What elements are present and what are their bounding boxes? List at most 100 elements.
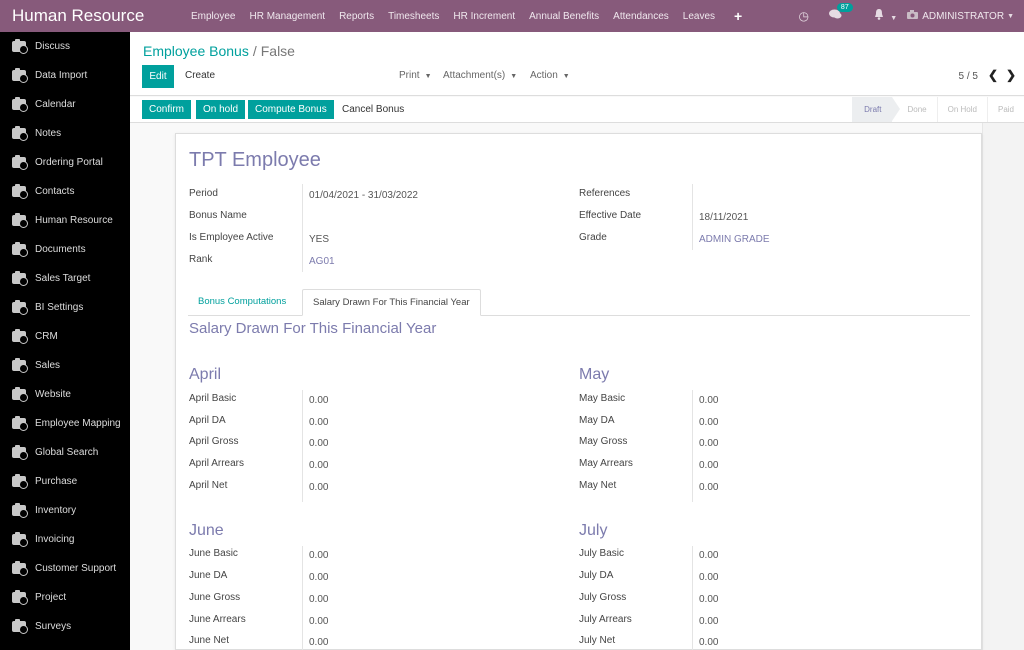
compute-bonus-button[interactable]: Compute Bonus <box>248 100 334 119</box>
effective-date-value[interactable]: 18/11/2021 <box>699 212 748 223</box>
june-basic-value[interactable]: 0.00 <box>309 550 328 561</box>
may-net-value[interactable]: 0.00 <box>699 482 718 493</box>
app-icon <box>12 329 28 344</box>
sidebar-item-ordering-portal[interactable]: Ordering Portal <box>0 148 130 177</box>
sidebar-item-calendar[interactable]: Calendar <box>0 90 130 119</box>
sidebar-item-global-search[interactable]: Global Search <box>0 438 130 467</box>
user-menu[interactable]: ADMINISTRATOR ▼ <box>907 10 1014 22</box>
sidebar-item-crm[interactable]: CRM <box>0 322 130 351</box>
sidebar-item-invoicing[interactable]: Invoicing <box>0 525 130 554</box>
grade-value[interactable]: ADMIN GRADE <box>699 234 770 245</box>
april-da-label: April DA <box>189 415 226 426</box>
april-gross-value[interactable]: 0.00 <box>309 438 328 449</box>
sidebar-item-bi-settings[interactable]: BI Settings <box>0 293 130 322</box>
menu-timesheets[interactable]: Timesheets <box>381 11 446 22</box>
app-icon <box>12 155 28 170</box>
july-arrears-label: July Arrears <box>579 614 632 625</box>
pager-value[interactable]: 5 / 5 <box>959 71 978 82</box>
rank-value[interactable]: AG01 <box>309 256 335 267</box>
july-gross-label: July Gross <box>579 592 627 603</box>
may-arrears-value[interactable]: 0.00 <box>699 460 718 471</box>
july-gross-value[interactable]: 0.00 <box>699 594 718 605</box>
systray: ◷ 87 ▼ ADMINISTRATOR ▼ <box>788 0 1024 32</box>
chat-icon[interactable]: 87 <box>828 3 853 23</box>
may-basic-value[interactable]: 0.00 <box>699 395 718 406</box>
app-title[interactable]: Human Resource <box>0 6 184 26</box>
sidebar-item-employee-mapping[interactable]: Employee Mapping <box>0 409 130 438</box>
june-gross-value[interactable]: 0.00 <box>309 594 328 605</box>
print-dropdown[interactable]: Print ▼ <box>399 70 432 81</box>
sidebar-item-notes[interactable]: Notes <box>0 119 130 148</box>
sidebar-item-human-resource[interactable]: Human Resource <box>0 206 130 235</box>
caret-down-icon: ▼ <box>890 15 898 22</box>
menu-attendances[interactable]: Attendances <box>606 11 676 22</box>
sidebar-item-surveys[interactable]: Surveys <box>0 612 130 641</box>
plus-icon[interactable]: + <box>722 8 752 24</box>
stage-on-hold[interactable]: On Hold <box>938 97 988 122</box>
sidebar-item-data-import[interactable]: Data Import <box>0 61 130 90</box>
sidebar-item-documents[interactable]: Documents <box>0 235 130 264</box>
menu-reports[interactable]: Reports <box>332 11 381 22</box>
effective-date-label: Effective Date <box>579 210 642 221</box>
menu-hr-management[interactable]: HR Management <box>242 11 332 22</box>
period-value[interactable]: 01/04/2021 - 31/03/2022 <box>309 190 418 201</box>
sidebar-item-label: Documents <box>35 244 86 255</box>
clock-icon[interactable]: ◷ <box>798 9 808 23</box>
chevron-right-icon[interactable]: ❯ <box>1006 68 1016 82</box>
on-hold-button[interactable]: On hold <box>196 100 246 119</box>
april-net-value[interactable]: 0.00 <box>309 482 328 493</box>
menu-employee[interactable]: Employee <box>184 11 242 22</box>
menu-annual-benefits[interactable]: Annual Benefits <box>522 11 606 22</box>
may-net-label: May Net <box>579 480 617 491</box>
breadcrumb-parent[interactable]: Employee Bonus <box>143 43 249 59</box>
action-dropdown[interactable]: Action ▼ <box>530 70 570 81</box>
sidebar-item-contacts[interactable]: Contacts <box>0 177 130 206</box>
stage-paid[interactable]: Paid <box>988 97 1024 122</box>
may-da-value[interactable]: 0.00 <box>699 417 718 428</box>
april-gross-label: April Gross <box>189 436 239 447</box>
sidebar-item-purchase[interactable]: Purchase <box>0 467 130 496</box>
april-basic-value[interactable]: 0.00 <box>309 395 328 406</box>
sidebar-item-sales-target[interactable]: Sales Target <box>0 264 130 293</box>
sidebar-item-project[interactable]: Project <box>0 583 130 612</box>
menu-leaves[interactable]: Leaves <box>676 11 722 22</box>
top-menu: Employee HR Management Reports Timesheet… <box>184 0 752 32</box>
create-button[interactable]: Create <box>185 70 215 81</box>
bonus-name-label: Bonus Name <box>189 210 247 221</box>
sidebar-item-inventory[interactable]: Inventory <box>0 496 130 525</box>
bell-icon[interactable]: ▼ <box>874 9 897 23</box>
sidebar-item-discuss[interactable]: Discuss <box>0 32 130 61</box>
tab-bonus-computations[interactable]: Bonus Computations <box>188 289 296 316</box>
july-basic-value[interactable]: 0.00 <box>699 550 718 561</box>
sidebar-item-customer-support[interactable]: Customer Support <box>0 554 130 583</box>
may-gross-value[interactable]: 0.00 <box>699 438 718 449</box>
confirm-button[interactable]: Confirm <box>142 100 192 119</box>
july-net-value[interactable]: 0.00 <box>699 637 718 648</box>
app-icon <box>12 242 28 257</box>
attachment-dropdown[interactable]: Attachment(s) ▼ <box>443 70 517 81</box>
sidebar-item-website[interactable]: Website <box>0 380 130 409</box>
chevron-left-icon[interactable]: ❮ <box>988 68 998 82</box>
employee-active-value[interactable]: YES <box>309 234 329 245</box>
cancel-bonus-button[interactable]: Cancel Bonus <box>342 104 404 115</box>
print-label: Print <box>399 70 420 81</box>
june-net-value[interactable]: 0.00 <box>309 637 328 648</box>
attachment-label: Attachment(s) <box>443 70 506 81</box>
july-da-value[interactable]: 0.00 <box>699 572 718 583</box>
sidebar-item-label: Contacts <box>35 186 75 197</box>
june-arrears-value[interactable]: 0.00 <box>309 616 328 627</box>
app-icon <box>12 358 28 373</box>
sidebar-item-sales[interactable]: Sales <box>0 351 130 380</box>
edit-button[interactable]: Edit <box>142 65 174 88</box>
stage-draft[interactable]: Draft <box>852 97 900 122</box>
sidebar-item-label: Inventory <box>35 505 77 516</box>
july-arrears-value[interactable]: 0.00 <box>699 616 718 627</box>
april-da-value[interactable]: 0.00 <box>309 417 328 428</box>
sidebar-item-label: Website <box>35 389 71 400</box>
tab-salary-drawn[interactable]: Salary Drawn For This Financial Year <box>302 289 481 316</box>
menu-hr-increment[interactable]: HR Increment <box>446 11 522 22</box>
april-arrears-value[interactable]: 0.00 <box>309 460 328 471</box>
june-da-value[interactable]: 0.00 <box>309 572 328 583</box>
app-icon <box>12 532 28 547</box>
may-gross-label: May Gross <box>579 436 628 447</box>
